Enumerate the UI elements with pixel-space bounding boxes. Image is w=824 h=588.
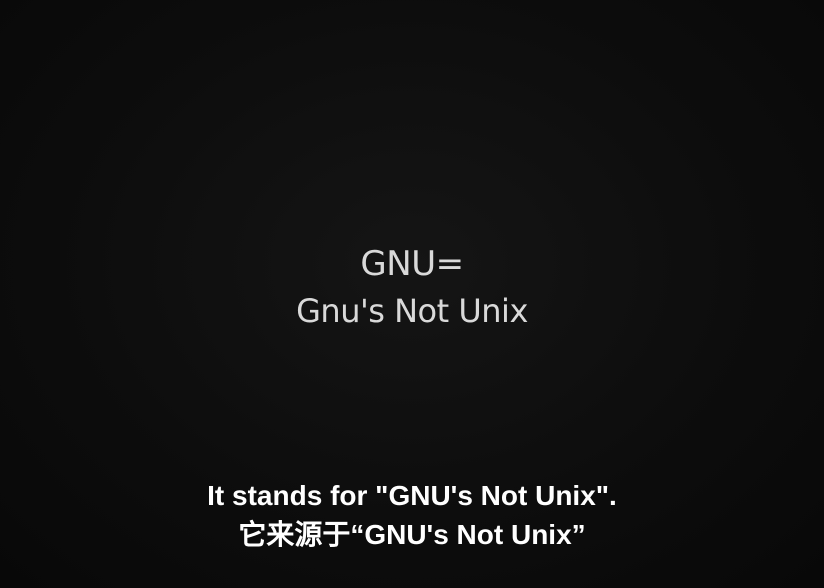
title-card: GNU= Gnu's Not Unix: [0, 238, 824, 332]
video-frame: GNU= Gnu's Not Unix It stands for "GNU's…: [0, 0, 824, 588]
subtitles: It stands for "GNU's Not Unix". 它来源于“GNU…: [0, 476, 824, 554]
title-line-gnu: GNU=: [360, 244, 464, 284]
subtitle-chinese: 它来源于“GNU's Not Unix”: [238, 519, 586, 550]
title-line-expansion: Gnu's Not Unix: [296, 292, 528, 330]
subtitle-english: It stands for "GNU's Not Unix".: [207, 480, 617, 511]
